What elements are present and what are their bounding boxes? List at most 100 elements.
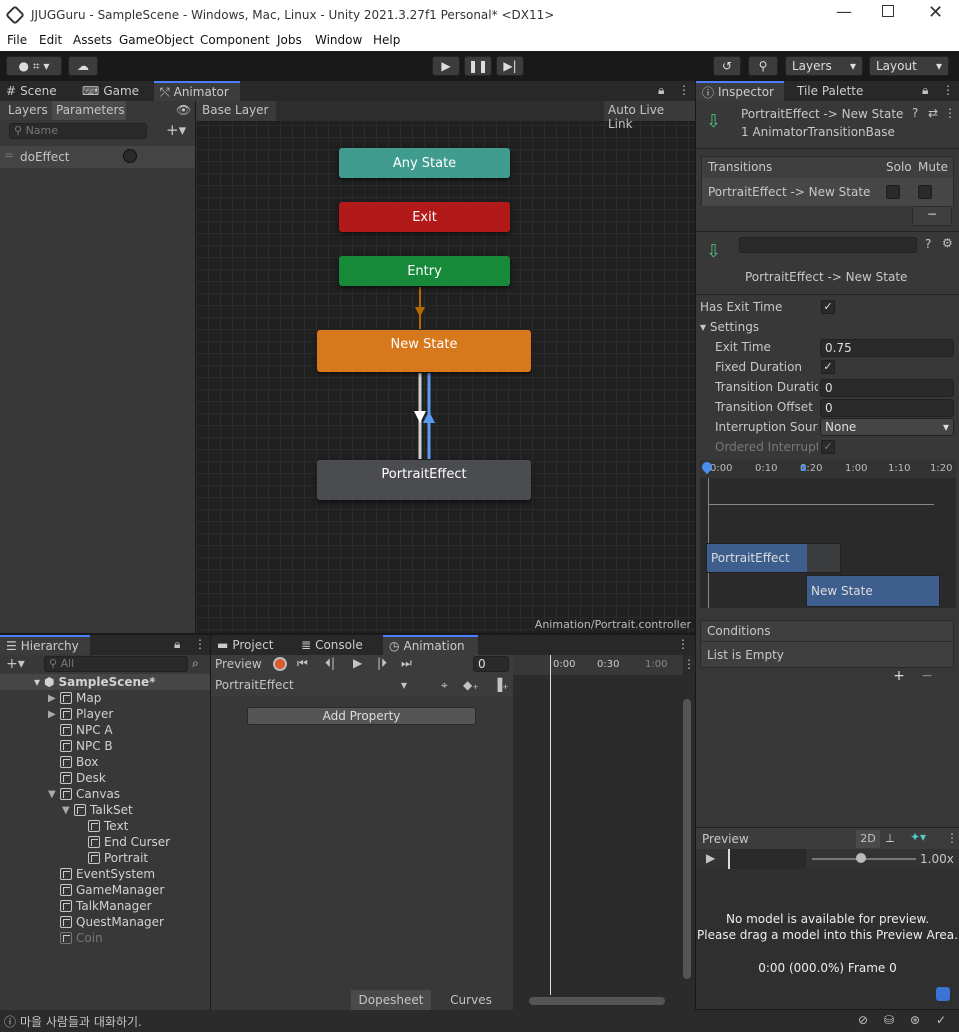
scene-row[interactable]: ▾ ⬢ SampleScene*	[0, 674, 210, 690]
has-exit-time-checkbox[interactable]: ✓	[821, 300, 835, 314]
tab-layers[interactable]: Layers	[0, 101, 52, 120]
keyframe-target-icon[interactable]: ⌖	[441, 678, 448, 693]
dopesheet-button[interactable]: Dopesheet	[351, 990, 431, 1010]
trigger-toggle[interactable]	[123, 149, 137, 163]
layout-dropdown[interactable]: Layout ▾	[869, 56, 949, 76]
preview-area[interactable]: No model is available for preview. Pleas…	[696, 869, 959, 1009]
parameter-search-input[interactable]: ⚲ Name	[9, 123, 147, 139]
next-key-button[interactable]: |⏵	[377, 656, 387, 671]
add-property-button[interactable]: Add Property	[247, 707, 476, 725]
exit-node[interactable]: Exit	[339, 202, 510, 232]
hierarchy-item[interactable]: EventSystem	[0, 866, 210, 882]
add-event-icon[interactable]: ▐₊	[493, 678, 509, 692]
step-button[interactable]: ▶|	[496, 56, 524, 76]
transition-duration-input[interactable]: 0	[820, 379, 954, 397]
pivot-icon[interactable]: ⟂	[886, 831, 894, 846]
settings-foldout[interactable]: ▾ Settings	[700, 320, 759, 334]
more-menu-icon[interactable]: ⋮	[194, 637, 206, 651]
debug-icon[interactable]: ⊛	[910, 1013, 920, 1027]
horizontal-scrollbar[interactable]	[529, 997, 665, 1005]
maximize-button[interactable]	[882, 5, 894, 17]
hierarchy-item[interactable]: ▶ Player	[0, 706, 210, 722]
hierarchy-item[interactable]: GameManager	[0, 882, 210, 898]
first-key-button[interactable]: ⏮	[297, 656, 308, 671]
more-menu-icon[interactable]: ⋮	[942, 83, 954, 97]
interruption-source-dropdown[interactable]: None ▾	[820, 418, 954, 436]
transition-row[interactable]: PortraitEffect -> New State	[702, 178, 953, 206]
avatar-icon[interactable]: ✦▾	[910, 830, 926, 844]
minimize-button[interactable]: —	[836, 2, 852, 21]
preview-timeline[interactable]	[728, 849, 806, 869]
lock-icon[interactable]: 🔒︎	[658, 83, 664, 98]
menu-assets[interactable]: Assets	[73, 33, 112, 47]
hierarchy-item[interactable]: Box	[0, 754, 210, 770]
frame-input[interactable]: 0	[473, 656, 509, 672]
tab-parameters[interactable]: Parameters	[52, 101, 126, 120]
more-menu-icon[interactable]: ⋮	[946, 831, 958, 845]
preset-icon[interactable]: ⇄	[928, 106, 938, 120]
entry-node[interactable]: Entry	[339, 256, 510, 286]
chevron-down-icon[interactable]: ▼	[48, 789, 60, 800]
cloud-button[interactable]: ☁	[68, 56, 98, 76]
tab-animator[interactable]: ⤲ Animator	[154, 81, 240, 101]
asset-label-icon[interactable]	[936, 987, 950, 1001]
record-button[interactable]	[273, 657, 287, 671]
tab-animation[interactable]: ◷ Animation	[383, 635, 478, 655]
tab-game[interactable]: ⌨ Game	[76, 81, 154, 101]
search-options-icon[interactable]: ⌕	[192, 656, 199, 671]
menu-window[interactable]: Window	[315, 33, 362, 47]
hierarchy-item[interactable]: ▼ Canvas	[0, 786, 210, 802]
preview-play-button[interactable]: ▶	[706, 851, 715, 865]
pause-button[interactable]: ❚❚	[464, 56, 492, 76]
chevron-down-icon[interactable]: ▼	[62, 805, 74, 816]
menu-edit[interactable]: Edit	[39, 33, 62, 47]
animator-graph[interactable]: Base Layer Auto Live Link Any State Exit…	[196, 101, 695, 633]
search-icon[interactable]: ⚲	[748, 56, 778, 76]
more-menu-icon[interactable]: ⋮	[677, 637, 689, 651]
status-ok-icon[interactable]: ✓	[936, 1013, 946, 1027]
menu-jobs[interactable]: Jobs	[277, 33, 302, 47]
preview-2d-button[interactable]: 2D	[856, 830, 880, 848]
cache-icon[interactable]: ⛁	[884, 1013, 894, 1027]
last-key-button[interactable]: ⏭	[401, 656, 412, 671]
tab-inspector[interactable]: ⓘ Inspector	[696, 81, 784, 101]
add-object-button[interactable]: +▾	[6, 656, 25, 672]
add-keyframe-icon[interactable]: ◆₊	[463, 678, 479, 692]
dopesheet-area[interactable]: 0:00 0:30 1:00 ⋮	[513, 655, 695, 1010]
more-menu-icon[interactable]: ⋮	[683, 657, 695, 671]
progress-icon[interactable]: ⊘	[858, 1013, 868, 1027]
hierarchy-item[interactable]: Text	[0, 818, 210, 834]
chevron-right-icon[interactable]: ▶	[48, 693, 60, 704]
tab-project[interactable]: ▬ Project	[211, 635, 293, 655]
gear-icon[interactable]: ⚙	[942, 236, 953, 250]
mute-checkbox[interactable]	[918, 185, 932, 199]
history-icon[interactable]: ↺	[713, 56, 741, 76]
layers-dropdown[interactable]: Layers ▾	[785, 56, 863, 76]
exit-time-marker-icon[interactable]: ⧗	[800, 463, 807, 474]
menu-gameobject[interactable]: GameObject	[119, 33, 194, 47]
chevron-right-icon[interactable]: ▶	[48, 709, 60, 720]
chevron-down-icon[interactable]: ▾	[34, 675, 40, 689]
menu-help[interactable]: Help	[373, 33, 400, 47]
eye-icon[interactable]: 👁︎	[176, 103, 191, 117]
lock-icon[interactable]: 🔒︎	[174, 637, 180, 652]
lock-icon[interactable]: 🔒︎	[922, 83, 928, 98]
transition-timeline[interactable]: 0:00 0:10 0:20 1:00 1:10 1:20 ⧗ Portrait…	[699, 459, 956, 608]
remove-transition-button[interactable]: −	[912, 206, 952, 226]
prev-key-button[interactable]: ⏴|	[325, 656, 335, 671]
hierarchy-item[interactable]: NPC B	[0, 738, 210, 754]
hierarchy-item[interactable]: Coin	[0, 930, 210, 946]
help-icon[interactable]: ?	[912, 106, 918, 120]
new-state-node[interactable]: New State	[317, 330, 531, 372]
source-state-bar[interactable]: PortraitEffect	[706, 543, 841, 573]
solo-checkbox[interactable]	[886, 185, 900, 199]
exit-time-input[interactable]: 0.75	[820, 339, 954, 357]
drag-handle-icon[interactable]: =	[4, 148, 14, 162]
add-parameter-button[interactable]: +▾	[166, 121, 186, 139]
more-menu-icon[interactable]: ⋮	[678, 83, 690, 97]
hierarchy-item[interactable]: TalkManager	[0, 898, 210, 914]
transition-offset-input[interactable]: 0	[820, 399, 954, 417]
tab-tile-palette[interactable]: Tile Palette	[791, 81, 871, 101]
play-button[interactable]: ▶	[353, 656, 362, 670]
tab-scene[interactable]: # Scene	[0, 81, 76, 101]
